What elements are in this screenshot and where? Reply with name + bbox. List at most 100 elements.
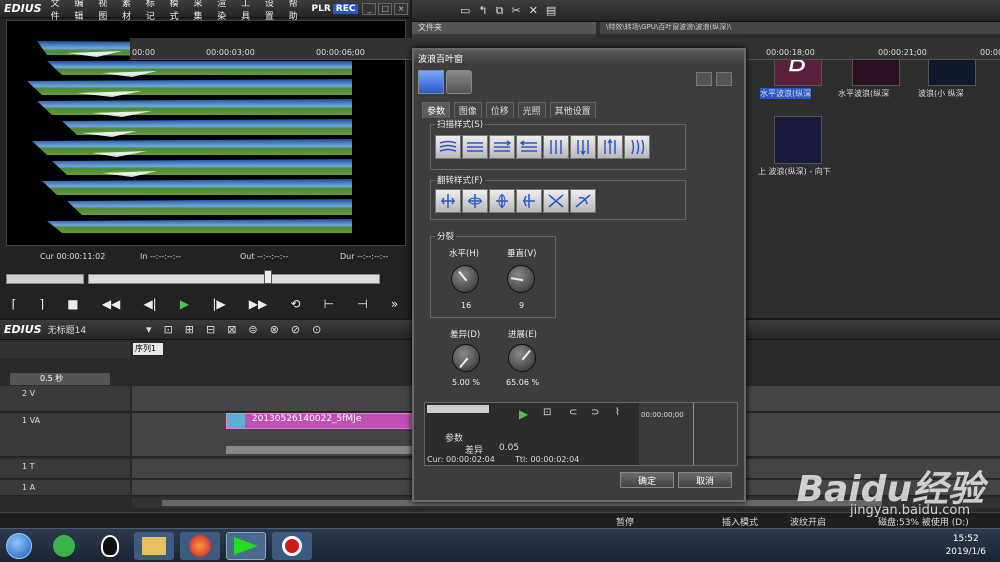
timeline-tools-icon[interactable]: ▾⊡⊞⊟⊠⊜⊗⊘⊙ [146,323,333,336]
split-group: 分裂 水平(H) 垂直(V) 16 9 [430,230,556,318]
edius-task-icon[interactable] [226,532,266,560]
kf-prev-icon[interactable]: ⊂ [569,407,577,418]
effect-thumbnail-4[interactable] [774,116,822,164]
start-icon[interactable] [2,532,36,560]
ripple-status: 波纹开启 [790,518,827,528]
scan-style-4-icon[interactable] [516,135,542,159]
scan-style-3-icon[interactable] [489,135,515,159]
fast-forward-icon[interactable]: ▶▶ [249,297,267,311]
kf-next-icon[interactable]: ⊃ [591,407,599,418]
position-slider[interactable] [6,270,406,286]
difference-knob[interactable] [452,344,480,372]
track-header-1t[interactable]: 1 T [0,459,130,479]
up-folder-icon[interactable]: ↰ [478,4,487,17]
taskbar-clock[interactable]: 15:52 2019/1/6 [946,533,986,559]
rec-mode-toggle[interactable]: REC [332,3,359,14]
shuttle-bar[interactable] [6,274,84,284]
kf-param-row[interactable]: 参数 [445,431,463,444]
scan-style-2-icon[interactable] [462,135,488,159]
rewind-icon[interactable]: ◀◀ [102,297,120,311]
project-name: 无标题14 [47,326,87,336]
play-icon[interactable]: ▶ [180,297,189,311]
clip-icon[interactable]: ⧉ [496,4,504,18]
loop-icon[interactable]: ⟲ [290,297,300,311]
progress-knob[interactable] [508,344,536,372]
sequence-tab[interactable]: 序列1 [133,343,163,355]
step-back-icon[interactable]: ◀| [143,297,156,311]
plr-mode-toggle[interactable]: PLR [310,4,333,14]
menu-tools[interactable]: 工具 [238,0,262,22]
set-in-icon[interactable]: ⌈ [12,297,17,311]
kf-play-icon[interactable]: ▶ [519,407,528,421]
maximize-icon[interactable]: □ [378,2,393,15]
redo-icon[interactable] [716,72,732,86]
menu-marker[interactable]: 标记 [143,0,167,22]
menu-render[interactable]: 渲染 [214,0,238,22]
step-forward-icon[interactable]: |▶ [212,297,225,311]
app-360-icon[interactable] [44,532,84,560]
track-header-1a[interactable]: 1 A [0,480,130,496]
ok-button[interactable]: 确定 [620,472,674,488]
track-header-2v[interactable]: 2 V [0,386,130,412]
tab-lighting[interactable]: 光照 [517,102,546,118]
menu-capture[interactable]: 采集 [190,0,214,22]
recorder-icon[interactable] [272,532,312,560]
vertical-label: 垂直(V) [507,249,537,259]
tab-image[interactable]: 图像 [453,102,482,118]
cut-icon[interactable]: ✂ [511,4,520,17]
tab-offset[interactable]: 位移 [485,102,514,118]
explorer-icon[interactable] [134,532,174,560]
firefox-icon[interactable] [180,532,220,560]
zoom-select[interactable]: 0.5 秒 [10,373,110,385]
cancel-button[interactable]: 取消 [678,472,732,488]
kf-timeline[interactable]: 00:00:00;00 [639,403,737,465]
undo-icon[interactable] [696,72,712,86]
more-icon[interactable]: » [391,297,398,311]
video-clip[interactable]: 20130526140022_5fMJe [226,413,412,429]
flip-style-4-icon[interactable] [516,189,542,213]
insert-icon[interactable]: ⊢ [324,297,334,311]
flip-style-5-icon[interactable] [543,189,569,213]
playhead-handle[interactable] [264,270,272,284]
stop-icon[interactable]: ■ [67,297,78,311]
flip-style-1-icon[interactable] [435,189,461,213]
tab-parameters[interactable]: 参数 [422,102,451,118]
kf-playhead[interactable] [693,403,694,465]
vertical-knob[interactable] [507,265,535,293]
close-icon[interactable]: × [394,2,409,15]
horizontal-knob[interactable] [451,265,479,293]
timer-icon[interactable] [446,70,472,94]
flip-style-3-icon[interactable] [489,189,515,213]
scrub-bar[interactable] [88,274,380,284]
track-header-1va[interactable]: 1 VA [0,413,130,457]
properties-icon[interactable]: ▤ [546,4,556,17]
menu-help[interactable]: 帮助 [286,0,310,22]
qq-icon[interactable] [90,532,130,560]
kf-shuttle-slider[interactable] [427,405,489,413]
menu-clip[interactable]: 素材 [119,0,143,22]
scan-style-1-icon[interactable] [435,135,461,159]
menu-file[interactable]: 文件 [48,0,72,22]
flip-style-2-icon[interactable] [462,189,488,213]
set-out-icon[interactable]: ⌉ [39,297,44,311]
folder-icon[interactable]: ▭ [460,4,470,17]
scan-style-8-icon[interactable] [624,135,650,159]
kf-loop-icon[interactable]: ⊡ [543,407,551,418]
scan-style-7-icon[interactable] [597,135,623,159]
minimize-icon[interactable]: _ [362,2,377,15]
overwrite-icon[interactable]: ⊣ [357,297,367,311]
tab-other-settings[interactable]: 其他设置 [549,102,596,118]
scan-style-5-icon[interactable] [543,135,569,159]
flip-style-6-icon[interactable] [570,189,596,213]
kf-current-time: Cur: 00:00:02:04 [427,455,495,464]
delete-icon[interactable]: ✕ [529,4,538,17]
kf-graph-icon[interactable]: ⌇ [615,407,620,418]
track-tools[interactable] [0,342,130,358]
menu-settings[interactable]: 设置 [262,0,286,22]
menu-mode[interactable]: 模式 [167,0,191,22]
scan-style-6-icon[interactable] [570,135,596,159]
palette-icon[interactable] [418,70,444,94]
menu-view[interactable]: 视图 [95,0,119,22]
audio-clip[interactable] [226,446,412,454]
menu-edit[interactable]: 编辑 [71,0,95,22]
